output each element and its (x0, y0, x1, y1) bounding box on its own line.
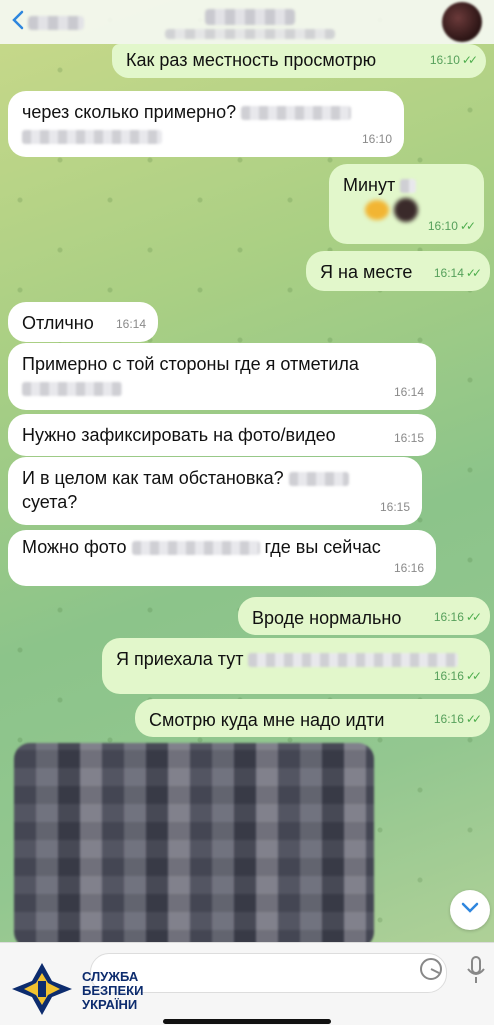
sbu-emblem-icon (10, 961, 74, 1022)
redacted-text (248, 653, 459, 668)
message-time: 16:15 (379, 500, 410, 514)
message-bubble[interactable]: Как раз местность просмотрю 16:10 ✓✓ (112, 44, 486, 78)
redacted-text (400, 179, 417, 194)
message-bubble[interactable]: Я приехала тут 16:16 ✓✓ (102, 638, 490, 694)
emoji-redacted (365, 200, 389, 221)
message-text: Нужно зафиксировать на фото/видео (22, 425, 336, 445)
redacted-text (288, 472, 349, 487)
message-text: Вроде нормально (252, 608, 402, 628)
read-ticks-icon: ✓✓ (465, 669, 482, 683)
message-bubble[interactable]: Я на месте 16:14 ✓✓ (306, 251, 490, 291)
message-time: 16:15 (393, 431, 424, 445)
message-time: 16:10 (361, 132, 392, 146)
message-text: Как раз местность просмотрю (126, 50, 377, 70)
watermark-text: БЕЗПЕКИ (82, 983, 144, 998)
message-time: 16:16 (433, 610, 464, 624)
message-time: 16:14 (115, 317, 146, 331)
read-ticks-icon: ✓✓ (465, 266, 482, 280)
message-time: 16:14 (433, 266, 464, 280)
scroll-down-button[interactable] (450, 890, 490, 930)
redacted-text (22, 130, 162, 145)
message-bubble[interactable]: Вроде нормально 16:16 ✓✓ (238, 597, 490, 635)
redacted-text (131, 541, 260, 556)
message-text: суета? (22, 492, 78, 512)
message-text: Смотрю куда мне надо идти (149, 710, 385, 730)
back-button[interactable] (12, 10, 84, 35)
watermark-text: УКРАЇНИ (82, 997, 138, 1012)
chat-status (165, 29, 335, 39)
read-ticks-icon: ✓✓ (459, 219, 476, 233)
message-bubble[interactable]: Можно фото где вы сейчас 16:16 (8, 530, 436, 586)
message-time: 16:16 (433, 669, 464, 683)
back-label (28, 15, 84, 30)
chevron-left-icon (12, 10, 24, 35)
read-ticks-icon: ✓✓ (461, 53, 478, 67)
home-indicator (163, 1019, 331, 1024)
message-bubble[interactable]: Нужно зафиксировать на фото/видео 16:15 (8, 414, 436, 456)
read-ticks-icon: ✓✓ (465, 712, 482, 726)
watermark-text: СЛУЖБА (82, 969, 139, 984)
message-text: И в целом как там обстановка? (22, 468, 284, 488)
redacted-text (22, 382, 122, 397)
chat-header (0, 0, 494, 44)
message-text: Минут (343, 175, 396, 195)
message-bubble[interactable]: Минут 16:10 ✓✓ (329, 164, 484, 244)
message-time: 16:16 (393, 561, 424, 575)
photo-message-redacted[interactable] (14, 743, 374, 948)
message-text: через сколько примерно? (22, 102, 237, 122)
message-text: Можно фото (22, 537, 127, 557)
chevron-down-icon (461, 901, 479, 919)
message-text: Отлично (22, 313, 94, 333)
message-text: где вы сейчас (264, 537, 381, 557)
read-ticks-icon: ✓✓ (465, 610, 482, 624)
message-bubble[interactable]: Отлично 16:14 (8, 302, 158, 342)
microphone-icon[interactable] (466, 955, 486, 990)
message-time: 16:10 (427, 219, 458, 233)
message-time: 16:10 (429, 53, 460, 67)
message-bubble[interactable]: Смотрю куда мне надо идти 16:16 ✓✓ (135, 699, 490, 737)
message-text: Я на месте (320, 262, 413, 282)
sbu-watermark: СЛУЖБА БЕЗПЕКИ УКРАЇНИ (10, 961, 160, 1021)
composer-bar: СЛУЖБА БЕЗПЕКИ УКРАЇНИ (0, 942, 494, 1025)
message-time: 16:14 (393, 385, 424, 399)
message-time: 16:16 (433, 712, 464, 726)
redacted-text (241, 106, 352, 121)
sticker-icon[interactable] (418, 956, 444, 987)
message-bubble[interactable]: Примерно с той стороны где я отметила 16… (8, 343, 436, 410)
chat-title[interactable] (205, 9, 295, 25)
message-text: Я приехала тут (116, 649, 244, 669)
emoji-redacted (394, 198, 419, 223)
message-bubble[interactable]: И в целом как там обстановка? суета? 16:… (8, 457, 422, 525)
message-text: Примерно с той стороны где я отметила (22, 354, 359, 374)
message-bubble[interactable]: через сколько примерно? 16:10 (8, 91, 404, 157)
avatar[interactable] (442, 2, 482, 42)
